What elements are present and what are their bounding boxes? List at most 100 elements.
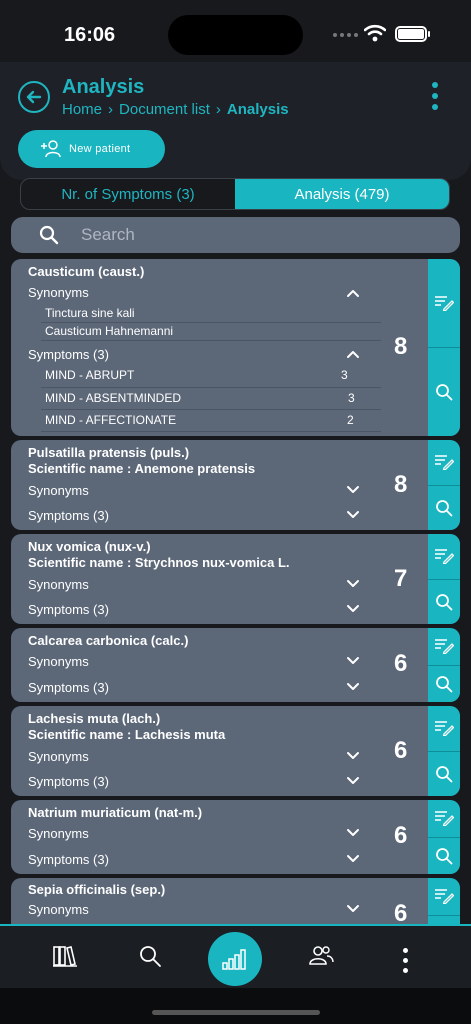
chevron-down-icon[interactable] xyxy=(346,904,360,914)
remedy-actions xyxy=(428,800,460,874)
remedy-actions xyxy=(428,628,460,702)
symptoms-toggle[interactable]: Symptoms (3) xyxy=(28,508,109,523)
remedy-score: 8 xyxy=(394,471,408,498)
chevron-down-icon[interactable] xyxy=(346,751,360,761)
remedy-name: Calcarea carbonica (calc.) xyxy=(28,633,189,648)
remedy-name: Sepia officinalis (sep.) xyxy=(28,882,166,897)
remedy-search-button[interactable] xyxy=(428,914,460,925)
synonyms-toggle[interactable]: Synonyms xyxy=(28,902,89,917)
edit-note-button[interactable] xyxy=(428,259,460,347)
more-icon[interactable] xyxy=(403,948,408,973)
remedy-search-button[interactable] xyxy=(428,578,460,625)
chevron-down-icon[interactable] xyxy=(346,828,360,838)
edit-note-button[interactable] xyxy=(428,534,460,579)
remedy-card-body[interactable]: Causticum (caust.) Synonyms Tinctura sin… xyxy=(11,259,428,436)
edit-note-button[interactable] xyxy=(428,628,460,665)
remedy-search-button[interactable] xyxy=(428,664,460,703)
remedy-actions xyxy=(428,706,460,796)
symptom-grade: 2 xyxy=(347,413,354,427)
symptoms-toggle[interactable]: Symptoms (3) xyxy=(28,347,109,362)
edit-note-icon xyxy=(434,810,454,826)
symptoms-toggle[interactable]: Symptoms (3) xyxy=(28,680,109,695)
remedy-actions xyxy=(428,440,460,530)
signal-icon xyxy=(333,33,358,37)
edit-note-icon xyxy=(434,454,454,470)
breadcrumb-current: Analysis xyxy=(226,101,289,118)
remedy-card: Natrium muriaticum (nat-m.) Synonyms Sym… xyxy=(11,800,460,874)
edit-note-button[interactable] xyxy=(428,706,460,751)
synonyms-toggle[interactable]: Synonyms xyxy=(28,577,89,592)
synonyms-toggle[interactable]: Synonyms xyxy=(28,654,89,669)
remedy-search-button[interactable] xyxy=(428,347,460,436)
divider xyxy=(41,431,381,432)
chevron-down-icon[interactable] xyxy=(346,854,360,864)
remedy-card-body[interactable]: Natrium muriaticum (nat-m.) Synonyms Sym… xyxy=(11,800,428,874)
tab-nr-of-symptoms[interactable]: Nr. of Symptoms (3) xyxy=(21,179,235,209)
edit-note-button[interactable] xyxy=(428,878,460,915)
search-input[interactable]: Search xyxy=(11,217,460,253)
divider xyxy=(41,322,381,323)
symptom-item: MIND - ABRUPT xyxy=(45,368,135,382)
remedy-card: Sepia officinalis (sep.) Synonyms 6 xyxy=(11,878,460,924)
remedy-list[interactable]: Causticum (caust.) Synonyms Tinctura sin… xyxy=(11,259,460,924)
dynamic-island xyxy=(168,15,303,55)
remedy-actions xyxy=(428,534,460,624)
remedy-name: Natrium muriaticum (nat-m.) xyxy=(28,805,203,820)
edit-note-icon xyxy=(434,295,454,311)
breadcrumb-document-list[interactable]: Document list xyxy=(119,101,210,118)
tab-analysis[interactable]: Analysis (479) xyxy=(235,179,449,209)
search-placeholder: Search xyxy=(81,225,135,244)
app-header: Analysis Home › Document list › Analysis… xyxy=(0,62,471,180)
chevron-up-icon[interactable] xyxy=(346,288,360,298)
remedy-card: Nux vomica (nux-v.) Scientific name : St… xyxy=(11,534,460,624)
search-icon[interactable] xyxy=(138,944,162,968)
back-button[interactable] xyxy=(18,81,50,113)
synonyms-toggle[interactable]: Synonyms xyxy=(28,749,89,764)
analysis-nav-button[interactable] xyxy=(208,932,262,986)
remedy-search-button[interactable] xyxy=(428,750,460,797)
remedy-search-button[interactable] xyxy=(428,836,460,875)
chevron-down-icon[interactable] xyxy=(346,579,360,589)
library-icon[interactable] xyxy=(52,944,78,968)
edit-note-button[interactable] xyxy=(428,800,460,837)
chevron-down-icon[interactable] xyxy=(346,604,360,614)
chevron-down-icon[interactable] xyxy=(346,776,360,786)
symptoms-toggle[interactable]: Symptoms (3) xyxy=(28,774,109,789)
symptoms-toggle[interactable]: Symptoms (3) xyxy=(28,602,109,617)
remedy-name: Pulsatilla pratensis (puls.) xyxy=(28,445,190,460)
synonyms-toggle[interactable]: Synonyms xyxy=(28,826,89,841)
patients-icon[interactable] xyxy=(307,944,335,968)
synonyms-toggle[interactable]: Synonyms xyxy=(28,483,89,498)
remedy-card-body[interactable]: Calcarea carbonica (calc.) Synonyms Symp… xyxy=(11,628,428,702)
chevron-down-icon[interactable] xyxy=(346,682,360,692)
home-indicator[interactable] xyxy=(152,1010,320,1015)
battery-tip xyxy=(428,31,430,37)
new-patient-button[interactable]: New patient xyxy=(18,130,165,168)
remedy-actions xyxy=(428,259,460,436)
remedy-search-button[interactable] xyxy=(428,484,460,531)
remedy-card-body[interactable]: Sepia officinalis (sep.) Synonyms 6 xyxy=(11,878,428,924)
chevron-down-icon[interactable] xyxy=(346,510,360,520)
chevron-up-icon[interactable] xyxy=(346,349,360,359)
chevron-down-icon[interactable] xyxy=(346,656,360,666)
remedy-card: Lachesis muta (lach.) Scientific name : … xyxy=(11,706,460,796)
remedy-card: Pulsatilla pratensis (puls.) Scientific … xyxy=(11,440,460,530)
synonyms-toggle[interactable]: Synonyms xyxy=(28,285,89,300)
divider xyxy=(41,409,381,410)
chevron-right-icon: › xyxy=(108,101,114,118)
remedy-card-body[interactable]: Pulsatilla pratensis (puls.) Scientific … xyxy=(11,440,428,530)
remedy-card-body[interactable]: Lachesis muta (lach.) Scientific name : … xyxy=(11,706,428,796)
more-options-button[interactable] xyxy=(432,82,438,110)
remedy-card: Causticum (caust.) Synonyms Tinctura sin… xyxy=(11,259,460,436)
status-time: 16:06 xyxy=(64,24,116,46)
search-icon xyxy=(435,847,453,865)
symptoms-toggle[interactable]: Symptoms (3) xyxy=(28,852,109,867)
chevron-down-icon[interactable] xyxy=(346,485,360,495)
remedy-score: 8 xyxy=(394,333,408,360)
breadcrumb-home[interactable]: Home xyxy=(62,101,102,118)
remedy-card-body[interactable]: Nux vomica (nux-v.) Scientific name : St… xyxy=(11,534,428,624)
analysis-icon xyxy=(222,949,246,970)
search-icon xyxy=(435,593,453,611)
edit-note-button[interactable] xyxy=(428,440,460,485)
symptom-item: MIND - AFFECTIONATE xyxy=(45,413,177,427)
